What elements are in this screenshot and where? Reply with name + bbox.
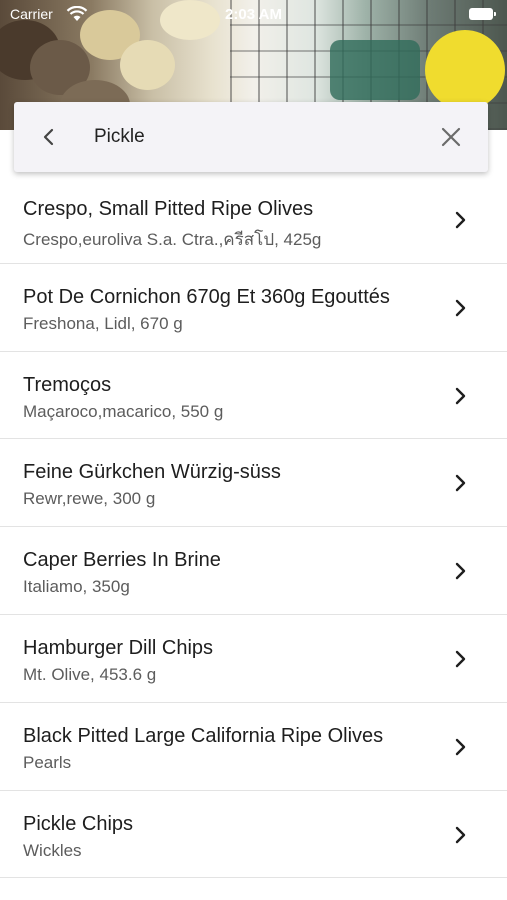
chevron-right-icon: [455, 826, 466, 843]
item-subtitle: Wickles: [23, 840, 82, 860]
screen: Carrier 2:03 AM Crespo, Small Pitted Rip…: [0, 0, 507, 900]
item-subtitle: Mt. Olive, 453.6 g: [23, 664, 157, 684]
item-title: Feine Gürkchen Würzig-süss: [23, 461, 281, 484]
item-title: Hamburger Dill Chips: [23, 636, 214, 659]
list-item[interactable]: Pickle Chips Wickles: [0, 791, 507, 879]
item-subtitle: Italiamo, 350g: [23, 577, 130, 597]
item-title: Pickle Chips: [23, 812, 134, 835]
item-title: Black Pitted Large California Ripe Olive…: [23, 724, 384, 747]
clear-search-button[interactable]: [434, 120, 468, 154]
chevron-right-icon: [455, 738, 466, 755]
status-time: 2:03 AM: [225, 6, 282, 23]
item-subtitle: Freshona, Lidl, 670 g: [23, 313, 183, 333]
chevron-right-icon: [455, 562, 466, 580]
list-item[interactable]: Feine Gürkchen Würzig-süss Rewr,rewe, 30…: [0, 439, 507, 528]
chevron-right-icon: [455, 387, 466, 404]
list-item[interactable]: Caper Berries In Brine Italiamo, 350g: [0, 527, 507, 615]
chevron-right-icon: [455, 650, 466, 668]
chevron-right-icon: [455, 299, 466, 316]
search-bar: [14, 102, 488, 172]
list-item[interactable]: Black Pitted Large California Ripe Olive…: [0, 703, 507, 791]
item-subtitle: Pearls: [23, 752, 72, 772]
list-item[interactable]: Tremoços Maçaroco,macarico, 550 g: [0, 352, 507, 440]
item-title: Pot De Cornichon 670g Et 360g Egouttés: [23, 285, 390, 308]
chevron-left-icon: [43, 128, 54, 146]
search-input[interactable]: [94, 120, 424, 154]
item-title: Tremoços: [23, 373, 112, 396]
item-title: Crespo, Small Pitted Ripe Olives: [23, 198, 314, 220]
item-subtitle: Crespo,euroliva S.a. Ctra.,ครีสโป, 425g: [23, 230, 322, 249]
search-results-list: Crespo, Small Pitted Ripe Olives Crespo,…: [0, 176, 507, 879]
list-item[interactable]: Pot De Cornichon 670g Et 360g Egouttés F…: [0, 264, 507, 352]
item-title: Caper Berries In Brine: [23, 549, 221, 572]
close-icon: [441, 127, 461, 147]
battery-icon: [469, 8, 496, 20]
list-item[interactable]: Hamburger Dill Chips Mt. Olive, 453.6 g: [0, 615, 507, 703]
item-subtitle: Rewr,rewe, 300 g: [23, 489, 156, 509]
chevron-right-icon: [455, 475, 466, 492]
status-bar: Carrier 2:03 AM: [0, 0, 507, 30]
back-button[interactable]: [34, 120, 64, 154]
chevron-right-icon: [455, 211, 466, 229]
item-subtitle: Maçaroco,macarico, 550 g: [23, 401, 224, 421]
list-item[interactable]: Crespo, Small Pitted Ripe Olives Crespo,…: [0, 176, 507, 264]
